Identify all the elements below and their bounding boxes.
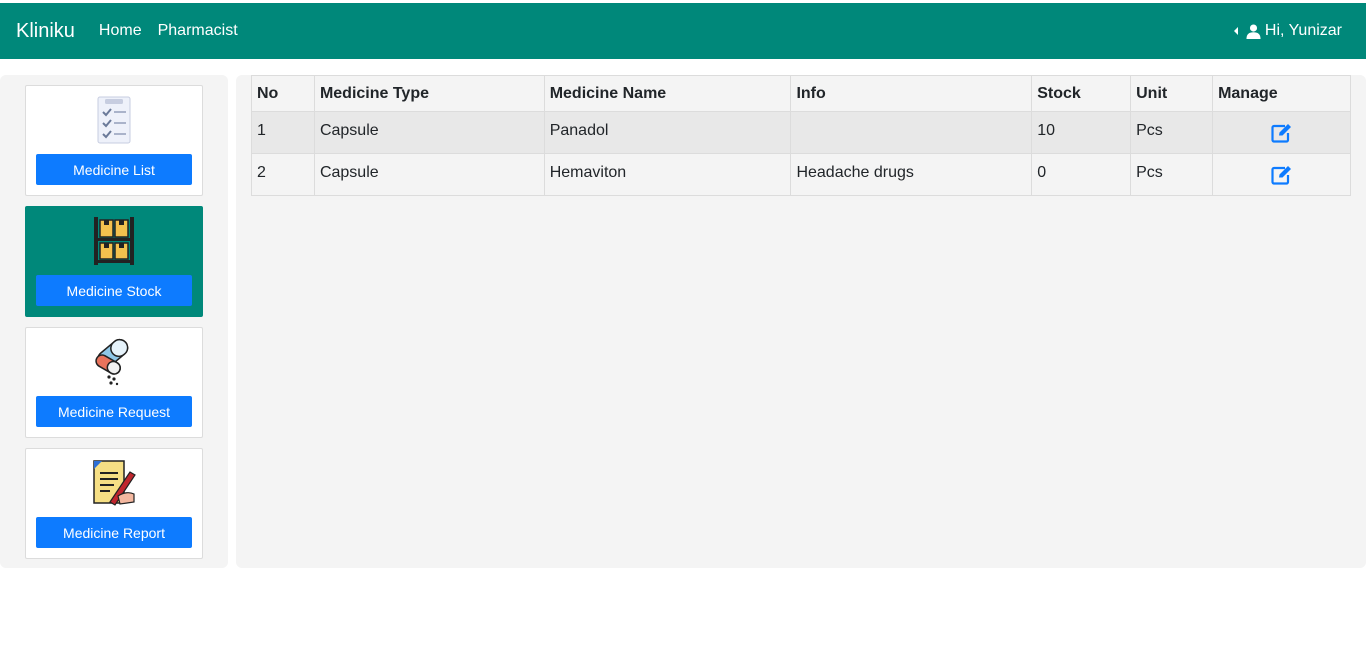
cell-type: Capsule xyxy=(313,111,545,154)
cell-unit: Pcs xyxy=(1130,153,1214,196)
medicine-list-card[interactable]: Medicine List xyxy=(25,85,203,196)
header-unit: Unit xyxy=(1130,75,1214,112)
nav-home-link[interactable]: Home xyxy=(99,22,142,40)
pills-icon xyxy=(26,336,202,388)
edit-icon[interactable] xyxy=(1270,165,1293,190)
table-header-row: No Medicine Type Medicine Name Info Stoc… xyxy=(251,75,1351,112)
cell-info xyxy=(790,111,1033,154)
sidebar: Medicine List Medicine Stock Medicine Re… xyxy=(0,75,228,568)
user-greeting: Hi, Yunizar xyxy=(1264,22,1342,39)
header-stock: Stock xyxy=(1031,75,1132,112)
medicine-stock-button[interactable]: Medicine Stock xyxy=(36,275,192,306)
report-pen-icon xyxy=(26,457,202,509)
shelf-boxes-icon xyxy=(26,215,202,267)
cell-no: 2 xyxy=(251,153,315,196)
top-navbar: Kliniku Home Pharmacist Hi, Yunizar xyxy=(0,3,1366,59)
edit-icon[interactable] xyxy=(1270,123,1293,148)
cell-name: Hemaviton xyxy=(543,153,792,196)
medicine-list-button[interactable]: Medicine List xyxy=(36,154,192,185)
cell-manage xyxy=(1212,153,1351,196)
cell-name: Panadol xyxy=(543,111,792,154)
checklist-icon xyxy=(26,94,202,146)
medicine-request-card[interactable]: Medicine Request xyxy=(25,327,203,438)
header-manage: Manage xyxy=(1212,75,1351,112)
cell-manage xyxy=(1212,111,1351,154)
medicine-request-button[interactable]: Medicine Request xyxy=(36,396,192,427)
table-row: 1 Capsule Panadol 10 Pcs xyxy=(251,111,1351,154)
header-medicine-type: Medicine Type xyxy=(313,75,545,112)
nav-pharmacist-link[interactable]: Pharmacist xyxy=(158,22,238,40)
header-info: Info xyxy=(790,75,1033,112)
table-row: 2 Capsule Hemaviton Headache drugs 0 Pcs xyxy=(251,153,1351,196)
medicine-report-button[interactable]: Medicine Report xyxy=(36,517,192,548)
cell-unit: Pcs xyxy=(1130,111,1214,154)
caret-left-icon xyxy=(1233,27,1238,35)
cell-type: Capsule xyxy=(313,153,545,196)
user-menu-dropdown[interactable]: Hi, Yunizar xyxy=(1233,3,1342,59)
header-medicine-name: Medicine Name xyxy=(543,75,792,112)
medicine-report-card[interactable]: Medicine Report xyxy=(25,448,203,559)
cell-stock: 10 xyxy=(1031,111,1132,154)
header-no: No xyxy=(251,75,315,112)
user-icon xyxy=(1246,23,1261,39)
medicine-stock-card[interactable]: Medicine Stock xyxy=(25,206,203,317)
cell-stock: 0 xyxy=(1031,153,1132,196)
cell-no: 1 xyxy=(251,111,315,154)
cell-info: Headache drugs xyxy=(790,153,1033,196)
medicine-stock-table: No Medicine Type Medicine Name Info Stoc… xyxy=(251,75,1351,196)
brand-logo[interactable]: Kliniku xyxy=(16,20,75,43)
main-panel: No Medicine Type Medicine Name Info Stoc… xyxy=(236,75,1366,568)
